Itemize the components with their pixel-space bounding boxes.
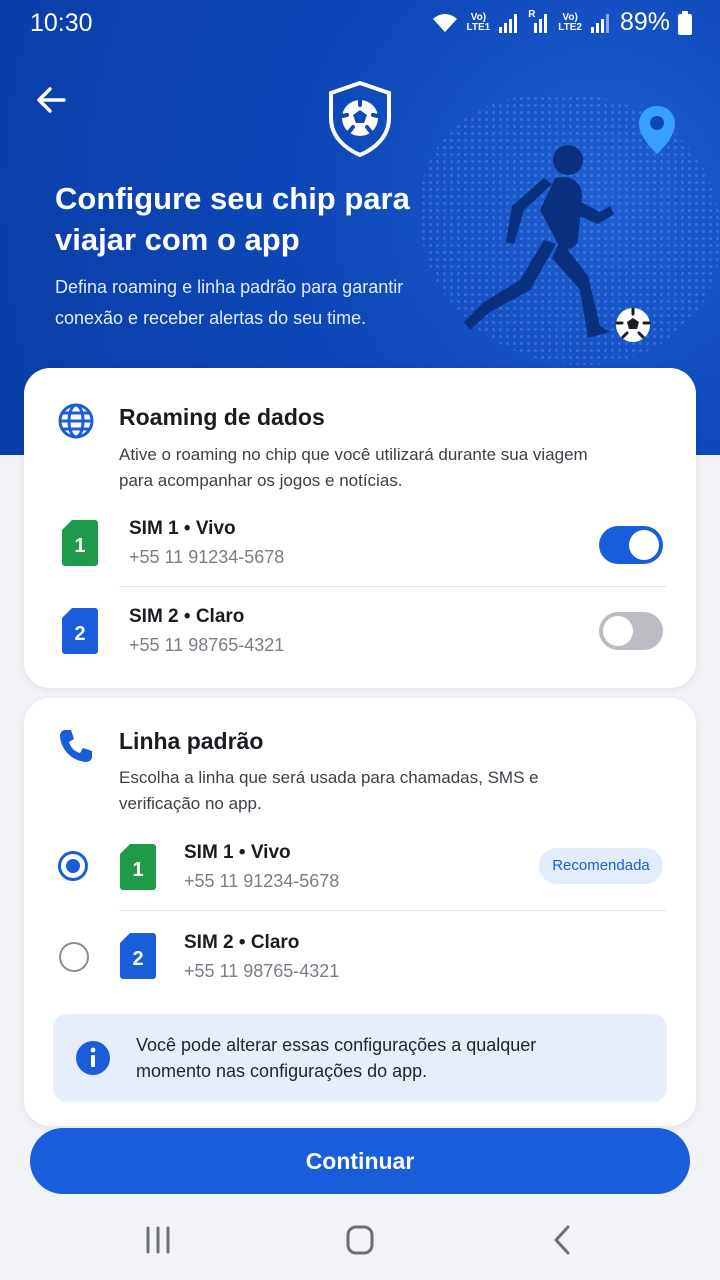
sim-card-icon: 1 bbox=[120, 844, 156, 890]
divider bbox=[119, 586, 666, 587]
recommended-badge: Recomendada bbox=[539, 848, 663, 884]
divider bbox=[119, 910, 666, 911]
network2-label: Vo) LTE2 bbox=[558, 11, 582, 33]
sim-card-icon: 1 bbox=[62, 520, 98, 566]
phone-icon bbox=[60, 730, 92, 762]
default-line-card: Linha padrão Escolha a linha que será us… bbox=[24, 698, 696, 1126]
roaming-sim1-toggle[interactable] bbox=[599, 526, 663, 564]
sim-name: SIM 1 • Vivo bbox=[184, 842, 291, 863]
wifi-icon bbox=[432, 13, 457, 32]
location-pin-icon bbox=[639, 106, 675, 154]
toggle-knob bbox=[629, 530, 659, 560]
sim-name: SIM 2 • Claro bbox=[129, 606, 245, 627]
runner-silhouette bbox=[464, 145, 614, 338]
svg-text:1: 1 bbox=[74, 535, 85, 557]
default-line-title: Linha padrão bbox=[119, 728, 264, 754]
sim-number: +55 11 91234-5678 bbox=[184, 871, 340, 891]
svg-text:2: 2 bbox=[132, 948, 143, 970]
sim-number: +55 11 98765-4321 bbox=[184, 961, 340, 981]
roaming-card: Roaming de dados Ative o roaming no chip… bbox=[24, 368, 696, 688]
battery-percent: 89% bbox=[619, 8, 670, 36]
status-bar: 10:30 Vo) LTE1 R Vo) LTE2 89% bbox=[0, 0, 720, 48]
sim-number: +55 11 98765-4321 bbox=[129, 635, 285, 655]
network1-label: Vo) LTE1 bbox=[466, 11, 491, 33]
toggle-knob bbox=[603, 616, 633, 646]
continue-button[interactable]: Continuar bbox=[30, 1128, 690, 1194]
sim2-radio[interactable] bbox=[59, 942, 89, 972]
status-time: 10:30 bbox=[30, 9, 93, 37]
globe-icon bbox=[58, 403, 94, 439]
status-icons: Vo) LTE1 R Vo) LTE2 89% bbox=[431, 8, 692, 37]
home-icon[interactable] bbox=[340, 1222, 380, 1258]
sim-card-icon: 2 bbox=[62, 608, 98, 654]
page-subtitle: Defina roaming e linha padrão para garan… bbox=[55, 277, 404, 328]
info-box: Você pode alterar essas configurações a … bbox=[53, 1014, 667, 1102]
roaming-indicator: R bbox=[528, 9, 550, 34]
soccer-ball-icon bbox=[615, 307, 651, 342]
battery-icon bbox=[678, 10, 692, 35]
info-icon bbox=[76, 1041, 110, 1075]
sim-name: SIM 1 • Vivo bbox=[129, 518, 236, 539]
sim-card-icon: 2 bbox=[120, 933, 156, 979]
sim1-radio[interactable] bbox=[58, 851, 88, 881]
sim-name: SIM 2 • Claro bbox=[184, 932, 300, 953]
system-nav-bar bbox=[0, 1200, 720, 1280]
roaming-description: Ative o roaming no chip que você utiliza… bbox=[119, 445, 588, 490]
arrow-left-icon[interactable] bbox=[32, 80, 72, 120]
signal1-icon bbox=[499, 13, 518, 33]
svg-text:2: 2 bbox=[74, 623, 85, 645]
sim-number: +55 11 91234-5678 bbox=[129, 547, 285, 567]
default-line-description: Escolha a linha que será usada para cham… bbox=[119, 768, 539, 813]
svg-text:1: 1 bbox=[132, 859, 143, 881]
signal-roaming-icon bbox=[534, 13, 548, 33]
roaming-title: Roaming de dados bbox=[119, 404, 325, 430]
signal2-icon bbox=[590, 13, 609, 33]
page-title: Configure seu chip para viajar com o app bbox=[55, 181, 410, 257]
roaming-sim2-toggle[interactable] bbox=[599, 612, 663, 650]
recents-icon[interactable] bbox=[138, 1222, 178, 1258]
shield-soccer-ball-icon bbox=[329, 80, 391, 158]
chevron-left-icon[interactable] bbox=[542, 1222, 582, 1258]
info-text: Você pode alterar essas configurações a … bbox=[136, 1035, 537, 1081]
